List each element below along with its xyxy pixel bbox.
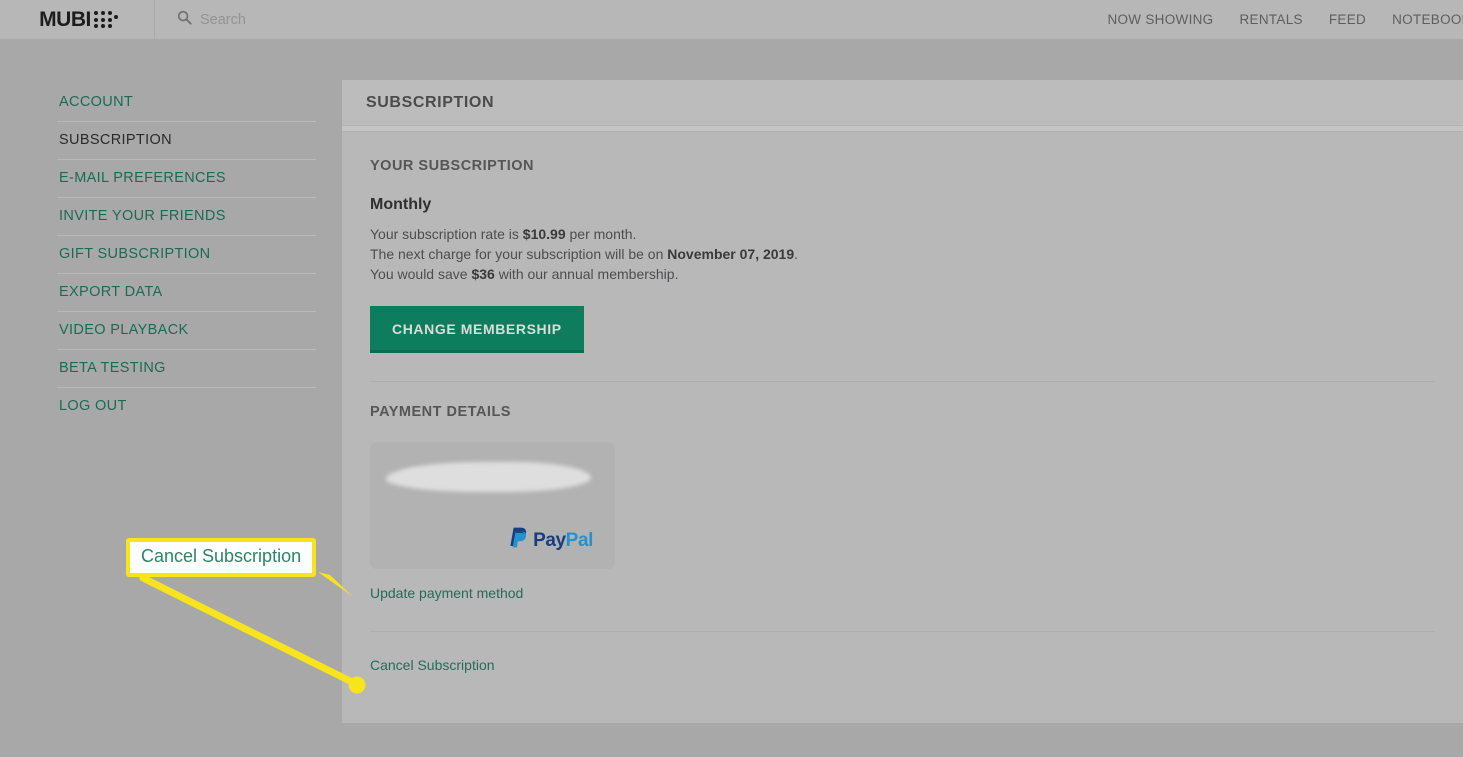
subscription-rate-line: Your subscription rate is $10.99 per mon… xyxy=(370,224,1435,244)
sidebar-item-email-preferences[interactable]: E-MAIL PREFERENCES xyxy=(57,160,316,198)
primary-nav-links: NOW SHOWING RENTALS FEED NOTEBOOK xyxy=(1107,12,1463,27)
save-prefix-text: You would save xyxy=(370,266,472,282)
your-subscription-heading: YOUR SUBSCRIPTION xyxy=(370,158,534,174)
update-payment-method-link[interactable]: Update payment method xyxy=(370,585,523,601)
search-icon xyxy=(177,10,192,30)
rate-prefix-text: Your subscription rate is xyxy=(370,226,523,242)
subscription-panel: SUBSCRIPTION YOUR SUBSCRIPTION Monthly Y… xyxy=(342,80,1463,723)
cancel-subscription-link[interactable]: Cancel Subscription xyxy=(370,657,495,673)
redaction-overlay-secondary xyxy=(398,468,548,486)
account-sidebar-menu: ACCOUNT SUBSCRIPTION E-MAIL PREFERENCES … xyxy=(57,84,316,425)
annotation-pointer-line xyxy=(139,574,356,686)
annotation-callout-label: Cancel Subscription xyxy=(141,546,302,566)
sidebar-item-subscription[interactable]: SUBSCRIPTION xyxy=(57,122,316,160)
nav-link-now-showing[interactable]: NOW SHOWING xyxy=(1107,12,1213,27)
mubi-logo[interactable]: MUBI xyxy=(0,0,155,40)
panel-body: YOUR SUBSCRIPTION Monthly Your subscript… xyxy=(342,132,1463,723)
sidebar-item-video-playback[interactable]: VIDEO PLAYBACK xyxy=(57,312,316,350)
next-charge-date: November 07, 2019 xyxy=(667,246,795,262)
nav-link-feed[interactable]: FEED xyxy=(1329,12,1366,27)
change-membership-button[interactable]: CHANGE MEMBERSHIP xyxy=(370,306,584,353)
paypal-word-pal: Pal xyxy=(565,529,594,551)
sidebar-item-account[interactable]: ACCOUNT xyxy=(57,84,316,122)
paypal-logo: PayPal xyxy=(509,527,593,553)
sidebar-item-beta-testing[interactable]: BETA TESTING xyxy=(57,350,316,388)
section-divider-payment xyxy=(370,381,1435,382)
save-suffix-text: with our annual membership. xyxy=(494,266,679,282)
section-divider-cancel xyxy=(370,631,1435,632)
paypal-wordmark: PayPal xyxy=(533,531,593,550)
page-title: SUBSCRIPTION xyxy=(366,93,495,111)
panel-header: SUBSCRIPTION xyxy=(342,80,1463,125)
rate-amount: $10.99 xyxy=(522,226,566,242)
search-input[interactable] xyxy=(200,11,500,28)
payment-details-heading: PAYMENT DETAILS xyxy=(370,404,511,420)
plan-name: Monthly xyxy=(370,196,432,213)
mubi-dots-logo-icon xyxy=(93,10,119,29)
nav-link-notebook[interactable]: NOTEBOOK xyxy=(1392,12,1463,27)
paypal-word-pay: Pay xyxy=(533,529,566,551)
top-navigation-bar: MUBI NOW SHOWING RENTALS FEED NOTEBOOK xyxy=(0,0,1463,40)
annual-savings-line: You would save $36 with our annual membe… xyxy=(370,264,1435,284)
next-charge-suffix-text: . xyxy=(794,246,799,262)
save-amount: $36 xyxy=(471,266,495,282)
next-charge-line: The next charge for your subscription wi… xyxy=(370,244,1435,264)
rate-suffix-text: per month. xyxy=(565,226,637,242)
payment-method-card: PayPal xyxy=(370,442,615,569)
panel-divider xyxy=(342,125,1463,132)
mubi-wordmark: MUBI xyxy=(39,8,91,31)
annotation-callout-box: Cancel Subscription xyxy=(126,538,317,577)
nav-link-rentals[interactable]: RENTALS xyxy=(1239,12,1302,27)
sidebar-item-gift-subscription[interactable]: GIFT SUBSCRIPTION xyxy=(57,236,316,274)
paypal-mark-icon xyxy=(509,527,528,553)
search-box[interactable] xyxy=(155,10,1107,30)
sidebar-item-export-data[interactable]: EXPORT DATA xyxy=(57,274,316,312)
sidebar-item-invite-your-friends[interactable]: INVITE YOUR FRIENDS xyxy=(57,198,316,236)
cancel-subscription-row: Cancel Subscription xyxy=(370,657,1435,675)
next-charge-prefix-text: The next charge for your subscription wi… xyxy=(370,246,668,262)
sidebar-item-log-out[interactable]: LOG OUT xyxy=(57,388,316,425)
